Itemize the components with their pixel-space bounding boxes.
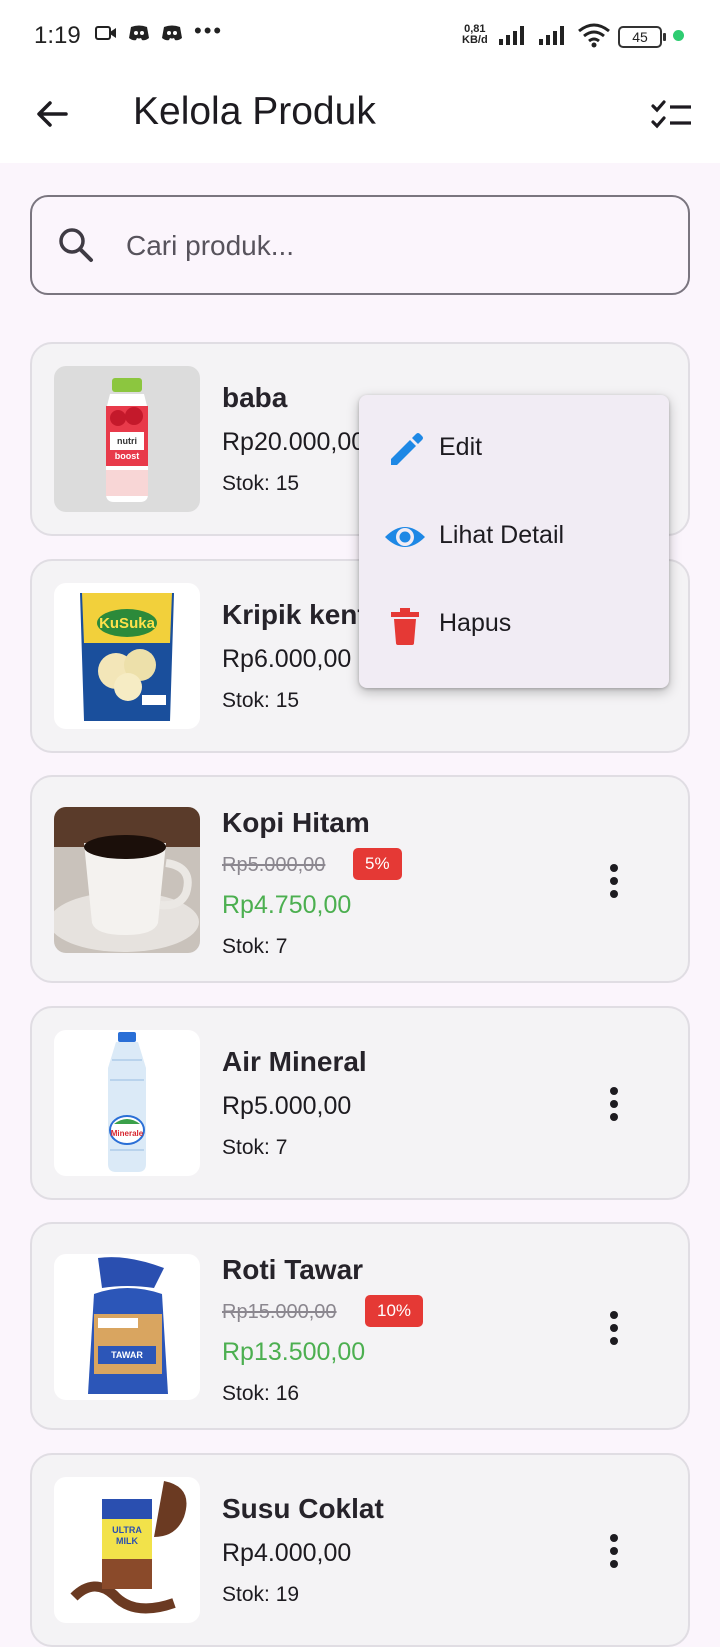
eye-icon xyxy=(385,527,425,547)
video-camera-icon xyxy=(95,26,116,40)
search-input[interactable] xyxy=(124,219,668,273)
privacy-indicator-dot xyxy=(673,30,684,41)
network-speed: 0,81 KB/d xyxy=(462,23,488,46)
product-price: Rp20.000,00 xyxy=(222,428,366,456)
product-name: baba xyxy=(222,382,288,413)
search-icon xyxy=(59,228,93,262)
more-vert-icon[interactable] xyxy=(592,1529,636,1573)
product-stock: Stok: 15 xyxy=(222,689,300,712)
product-image: ULTRA MILK xyxy=(54,1477,200,1623)
product-price: Rp4.000,00 xyxy=(222,1539,352,1567)
product-stock: Stok: 19 xyxy=(222,1583,300,1606)
more-notifications-icon: ••• xyxy=(194,18,224,43)
trash-icon xyxy=(391,608,419,645)
more-vert-icon[interactable] xyxy=(592,859,636,903)
product-popup-menu: Edit Lihat Detail Hapus xyxy=(359,395,669,688)
product-stock: Stok: 16 xyxy=(222,1382,300,1405)
battery-indicator: 45 xyxy=(618,26,666,48)
discount-badge: 5% xyxy=(353,848,402,880)
product-card[interactable]: ULTRA MILK Susu Coklat Rp4.000,00 Stok: … xyxy=(30,1453,690,1647)
checklist-icon[interactable] xyxy=(650,94,694,138)
status-time: 1:19 xyxy=(34,22,81,49)
product-price: Rp5.000,00 xyxy=(222,1092,352,1120)
more-vert-icon[interactable] xyxy=(592,1306,636,1350)
pencil-icon xyxy=(391,433,423,465)
wifi-icon xyxy=(578,23,610,48)
svg-text:ULTRA: ULTRA xyxy=(112,1525,142,1535)
product-image xyxy=(54,807,200,953)
product-image: Minerale xyxy=(54,1030,200,1176)
product-card[interactable]: Kopi Hitam Rp5.000,00 5% Rp4.750,00 Stok… xyxy=(30,775,690,983)
menu-item-view-detail[interactable]: Lihat Detail xyxy=(359,493,669,581)
menu-item-label: Lihat Detail xyxy=(439,521,565,549)
product-image: nutri boost xyxy=(54,366,200,512)
more-vert-icon[interactable] xyxy=(592,1082,636,1126)
svg-text:Minerale: Minerale xyxy=(111,1129,144,1138)
signal-icon xyxy=(539,26,564,45)
product-stock: Stok: 7 xyxy=(222,1136,288,1159)
discord-icon xyxy=(162,25,182,41)
product-name: Roti Tawar xyxy=(222,1254,364,1285)
status-bar: 1:19 ••• 0,81 KB/d 45 xyxy=(0,0,720,70)
discount-badge: 10% xyxy=(365,1295,424,1327)
product-name: Kopi Hitam xyxy=(222,807,370,838)
product-discounted-price: Rp4.750,00 xyxy=(222,891,352,919)
page-title: Kelola Produk xyxy=(133,90,376,133)
product-price: Rp6.000,00 xyxy=(222,645,352,673)
product-image: KuSuka xyxy=(54,583,200,729)
product-name: Air Mineral xyxy=(222,1046,367,1077)
back-arrow-icon[interactable] xyxy=(30,92,74,136)
menu-item-label: Edit xyxy=(439,433,483,461)
svg-text:TAWAR: TAWAR xyxy=(111,1350,143,1360)
menu-item-delete[interactable]: Hapus xyxy=(359,581,669,669)
product-discounted-price: Rp13.500,00 xyxy=(222,1338,366,1366)
product-card[interactable]: Minerale Air Mineral Rp5.000,00 Stok: 7 xyxy=(30,1006,690,1200)
search-bar[interactable] xyxy=(30,195,690,295)
svg-text:KuSuka: KuSuka xyxy=(99,615,156,632)
product-card[interactable]: TAWAR Roti Tawar Rp15.000,00 10% Rp13.50… xyxy=(30,1222,690,1430)
product-original-price: Rp15.000,00 xyxy=(222,1301,337,1323)
product-image: TAWAR xyxy=(54,1254,200,1400)
svg-text:MILK: MILK xyxy=(116,1536,138,1546)
product-original-price: Rp5.000,00 xyxy=(222,854,326,876)
menu-item-label: Hapus xyxy=(439,609,512,637)
signal-icon xyxy=(499,26,524,45)
svg-text:nutri: nutri xyxy=(117,436,137,446)
menu-item-edit[interactable]: Edit xyxy=(359,405,669,493)
app-bar: Kelola Produk xyxy=(0,70,720,163)
svg-text:boost: boost xyxy=(115,451,140,461)
product-name: Susu Coklat xyxy=(222,1493,384,1524)
discord-icon xyxy=(129,25,149,41)
product-stock: Stok: 7 xyxy=(222,935,288,958)
product-stock: Stok: 15 xyxy=(222,472,300,495)
